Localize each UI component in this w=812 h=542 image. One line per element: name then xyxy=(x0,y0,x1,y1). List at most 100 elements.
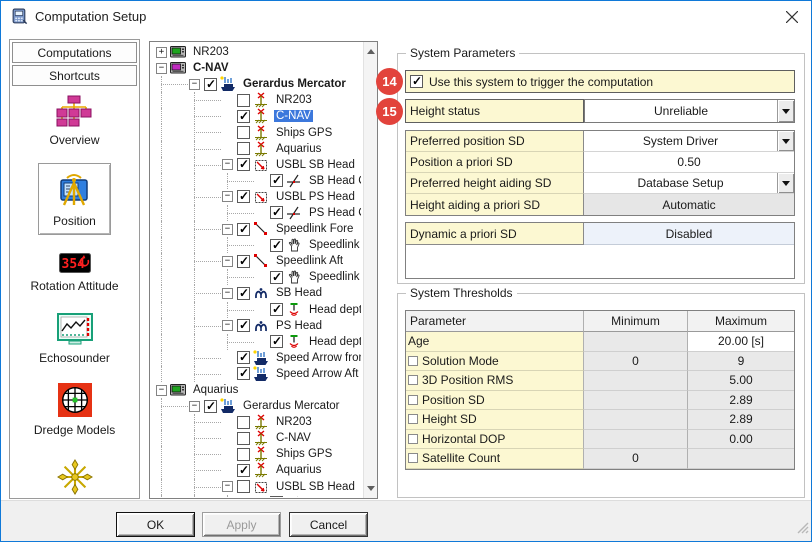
tree-item-checkbox[interactable] xyxy=(270,303,283,316)
tree-item-label[interactable]: Gerardus Mercator xyxy=(241,78,348,90)
tree-item[interactable]: NR203 xyxy=(152,92,361,108)
sidebar-item-echosounder[interactable]: Echosounder xyxy=(39,313,110,365)
tree-item-label[interactable]: C-NAV xyxy=(191,62,231,74)
tree-item[interactable]: −Aquarius xyxy=(152,382,361,398)
tree-item-checkbox[interactable] xyxy=(270,271,283,284)
tree-item[interactable]: Speed Arrow Aft xyxy=(152,366,361,382)
tree-item[interactable]: + NR203 xyxy=(152,44,361,60)
threshold-checkbox[interactable] xyxy=(408,453,418,463)
tree-expand-toggle[interactable]: − xyxy=(222,320,233,331)
tree-item-label[interactable]: PS Head CoG xyxy=(307,207,361,219)
tree-item-label[interactable]: PS Head xyxy=(274,320,324,332)
threshold-checkbox[interactable] xyxy=(408,375,418,385)
sidebar-item-dredge-models[interactable]: Dredge Models xyxy=(34,383,115,437)
tree-item[interactable]: − C-NAV xyxy=(152,60,361,76)
tab-computations[interactable]: Computations xyxy=(12,42,137,63)
tree-item-checkbox[interactable] xyxy=(237,255,250,268)
tree-item[interactable]: − Speedlink Aft xyxy=(152,253,361,269)
tree-item-label[interactable]: Ships GPS xyxy=(274,448,334,460)
tree-item-label[interactable]: Speed Arrow Aft xyxy=(274,368,360,380)
scroll-up-icon[interactable] xyxy=(367,49,375,54)
tree-item[interactable]: SB Head CoG xyxy=(152,173,361,189)
tree-item-checkbox[interactable] xyxy=(237,448,250,461)
sidebar-item-overview[interactable]: Overview xyxy=(49,95,99,147)
threshold-checkbox[interactable] xyxy=(408,414,418,424)
tree-item-label[interactable]: USBL SB Head xyxy=(274,159,357,171)
chevron-down-icon[interactable] xyxy=(777,131,794,151)
sidebar-item-position[interactable]: Position xyxy=(38,163,111,235)
tree-item-label[interactable]: USBL SB Head xyxy=(274,481,357,493)
tree-item-checkbox[interactable] xyxy=(237,110,250,123)
tree-item-label[interactable]: Speedlink Aft xyxy=(274,255,345,267)
tree-item-label[interactable]: Speedlink Aft to xyxy=(307,271,361,283)
tree-item[interactable]: −Gerardus Mercator xyxy=(152,398,361,414)
tree-item-checkbox[interactable] xyxy=(237,190,250,203)
tree-expand-toggle[interactable]: − xyxy=(222,224,233,235)
parameter-dropdown[interactable]: System Driver xyxy=(584,131,794,152)
tree-expand-toggle[interactable]: − xyxy=(156,63,167,74)
tree-item-checkbox[interactable] xyxy=(204,78,217,91)
tree-item-label[interactable]: NR203 xyxy=(274,416,314,428)
tree-item-label[interactable]: Speedlink Fore t xyxy=(307,239,361,251)
tree-item-checkbox[interactable] xyxy=(270,335,283,348)
tree-expand-toggle[interactable]: − xyxy=(156,385,167,396)
tree-item-checkbox[interactable] xyxy=(270,174,283,187)
tree-expand-toggle[interactable]: − xyxy=(222,256,233,267)
tree-item[interactable]: Ships GPS xyxy=(152,124,361,140)
tree-item-label[interactable]: Aquarius xyxy=(274,464,323,476)
trigger-computation-row[interactable]: Use this system to trigger the computati… xyxy=(405,70,795,93)
trigger-checkbox[interactable] xyxy=(410,75,423,88)
tree-item-checkbox[interactable] xyxy=(237,126,250,139)
tree-item-checkbox[interactable] xyxy=(237,142,250,155)
tree-item-checkbox[interactable] xyxy=(204,400,217,413)
sidebar-item-rotation-attitude[interactable]: 354 Rotation Attitude xyxy=(30,253,118,293)
tree-item[interactable]: Head depth xyxy=(152,334,361,350)
tree-item-label[interactable]: C-NAV xyxy=(274,432,313,444)
tree-item-checkbox[interactable] xyxy=(237,287,250,300)
tree-item-label[interactable]: C-NAV xyxy=(274,110,313,122)
tree-expand-toggle[interactable]: − xyxy=(222,159,233,170)
tree-item-checkbox[interactable] xyxy=(270,496,283,497)
tree-item[interactable]: SB Head CoG xyxy=(152,495,361,497)
chevron-down-icon[interactable] xyxy=(777,173,794,193)
tree-item-checkbox[interactable] xyxy=(237,158,250,171)
tree-item[interactable]: C-NAV xyxy=(152,108,361,124)
tree-item-checkbox[interactable] xyxy=(237,223,250,236)
tree-item-label[interactable]: Speed Arrow front xyxy=(274,352,361,364)
tree-item[interactable]: PS Head CoG xyxy=(152,205,361,221)
tree-item-label[interactable]: Gerardus Mercator xyxy=(241,400,342,412)
tree-item-checkbox[interactable] xyxy=(237,464,250,477)
tree-item-checkbox[interactable] xyxy=(270,239,283,252)
threshold-maximum-cell[interactable]: 20.00 [s] xyxy=(688,332,794,352)
tree-item-checkbox[interactable] xyxy=(237,351,250,364)
tree-item-label[interactable]: Speedlink Fore xyxy=(274,223,355,235)
tab-shortcuts[interactable]: Shortcuts xyxy=(12,65,137,86)
height-status-dropdown[interactable]: Unreliable xyxy=(584,99,795,123)
tree-scrollbar[interactable] xyxy=(363,42,377,498)
cancel-button[interactable]: Cancel xyxy=(289,512,368,537)
scroll-down-icon[interactable] xyxy=(367,486,375,491)
tree-item[interactable]: Head depth SB xyxy=(152,302,361,318)
tree-item[interactable]: Aquarius xyxy=(152,141,361,157)
tree-item-checkbox[interactable] xyxy=(237,480,250,493)
tree-item-label[interactable]: Head depth SB xyxy=(307,304,361,316)
tree-item-label[interactable]: Head depth xyxy=(307,336,361,348)
tree-item[interactable]: NR203 xyxy=(152,414,361,430)
tree-item-checkbox[interactable] xyxy=(237,319,250,332)
tree-item[interactable]: − USBL SB Head xyxy=(152,157,361,173)
tree-item-label[interactable]: NR203 xyxy=(191,46,231,58)
tree-item[interactable]: −USBL PS Head xyxy=(152,189,361,205)
tree-item-label[interactable]: Ships GPS xyxy=(274,127,334,139)
threshold-checkbox[interactable] xyxy=(408,434,418,444)
tree-item-label[interactable]: NR203 xyxy=(274,94,314,106)
tree-item[interactable]: − PS Head xyxy=(152,318,361,334)
tree-expand-toggle[interactable]: − xyxy=(222,288,233,299)
tree-expand-toggle[interactable]: + xyxy=(156,47,167,58)
tree-item[interactable]: Ships GPS xyxy=(152,446,361,462)
tree-item-checkbox[interactable] xyxy=(237,367,250,380)
tree-item[interactable]: −USBL SB Head xyxy=(152,479,361,495)
tree-item-checkbox[interactable] xyxy=(270,206,283,219)
tree-item-checkbox[interactable] xyxy=(237,94,250,107)
tree-expand-toggle[interactable]: − xyxy=(222,191,233,202)
tree-item[interactable]: Speed Arrow front xyxy=(152,350,361,366)
